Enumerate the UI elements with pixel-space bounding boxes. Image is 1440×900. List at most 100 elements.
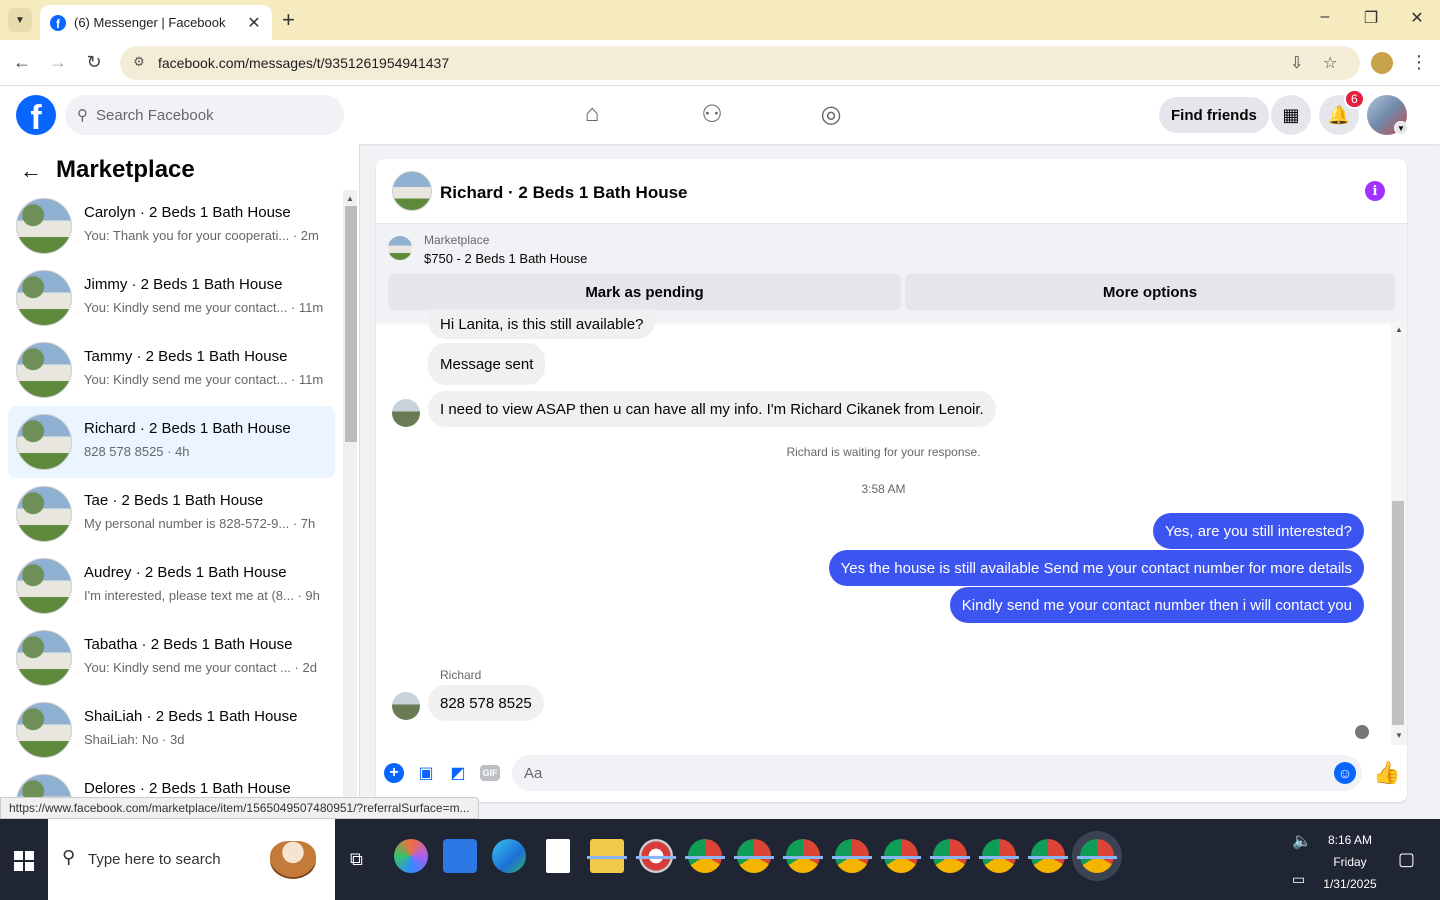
network-icon[interactable]: ▭: [1292, 871, 1305, 888]
conversation-item[interactable]: ShaiLiah · 2 Beds 1 Bath House ShaiLiah:…: [8, 694, 335, 766]
thumbs-up-icon[interactable]: 👍: [1373, 760, 1400, 786]
new-tab-button[interactable]: +: [282, 8, 295, 32]
volume-icon[interactable]: 🔈: [1292, 831, 1312, 851]
conversation-preview: You: Kindly send me your contact... · 11…: [84, 300, 324, 315]
active-app-indicator: [881, 856, 921, 859]
conversation-name: ShaiLiah · 2 Beds 1 Bath House: [84, 708, 298, 725]
action-center-icon[interactable]: ▢: [1398, 849, 1415, 870]
active-app-indicator: [685, 856, 725, 859]
seen-indicator-avatar: [1355, 725, 1369, 739]
conversation-item[interactable]: Tammy · 2 Beds 1 Bath House You: Kindly …: [8, 334, 335, 406]
tab-search-dropdown-icon[interactable]: ▼: [8, 8, 32, 32]
back-arrow-icon[interactable]: ←: [20, 158, 42, 184]
notification-count-badge: 6: [1344, 89, 1365, 109]
message-input[interactable]: [512, 755, 1362, 791]
conversation-item[interactable]: Tae · 2 Beds 1 Bath House My personal nu…: [8, 478, 335, 550]
facebook-favicon-icon: f: [50, 14, 66, 31]
forward-arrow-icon[interactable]: →: [47, 52, 69, 72]
conversation-preview: My personal number is 828-572-9... · 7h: [84, 516, 316, 531]
conversation-preview: You: Kindly send me your contact ... · 2…: [84, 660, 317, 675]
facebook-header: f ⚲ Search Facebook ⌂ ⚇ ◎ Find friends ▦…: [0, 86, 1440, 144]
bookmark-star-icon[interactable]: ☆: [1323, 53, 1337, 73]
browser-tab-messenger[interactable]: f (6) Messenger | Facebook ✕: [40, 5, 272, 40]
attach-photo-icon[interactable]: ▣: [416, 763, 436, 783]
active-app-indicator: [734, 856, 774, 859]
emoji-icon[interactable]: ☺: [1334, 762, 1356, 784]
conversation-avatar: [16, 342, 72, 398]
conversation-list: Carolyn · 2 Beds 1 Bath House You: Thank…: [8, 190, 335, 819]
taskbar-search-placeholder: Type here to search: [88, 851, 221, 868]
friends-icon[interactable]: ⚇: [697, 100, 727, 129]
listing-title[interactable]: $750 - 2 Beds 1 Bath House: [424, 251, 587, 266]
find-friends-button[interactable]: Find friends: [1159, 97, 1269, 133]
site-settings-icon[interactable]: ⚙: [130, 54, 148, 72]
facebook-search-input[interactable]: ⚲ Search Facebook: [65, 95, 344, 135]
clock-day: Friday: [1333, 855, 1367, 869]
taskbar-search-box[interactable]: ⚲ Type here to search: [48, 819, 335, 900]
maximize-button[interactable]: ❐: [1361, 8, 1381, 28]
browser-profile-icon[interactable]: [1371, 52, 1393, 74]
menu-grid-icon[interactable]: ▦: [1271, 95, 1311, 135]
facebook-logo[interactable]: f: [16, 95, 56, 135]
conversation-name: Audrey · 2 Beds 1 Bath House: [84, 564, 287, 581]
outgoing-message: Yes, are you still interested?: [1152, 513, 1364, 549]
search-highlight-image: [270, 841, 316, 879]
reload-icon[interactable]: ↻: [83, 52, 105, 72]
conversation-avatar: [16, 198, 72, 254]
sidebar-title: Marketplace: [56, 156, 195, 183]
search-icon: ⚲: [77, 107, 88, 124]
more-options-button[interactable]: More options: [905, 274, 1395, 310]
listing-thumbnail[interactable]: [388, 236, 412, 260]
info-icon[interactable]: i: [1365, 181, 1385, 201]
link-status-bar: https://www.facebook.com/marketplace/ite…: [0, 797, 479, 819]
home-icon[interactable]: ⌂: [577, 100, 607, 128]
sender-avatar[interactable]: [392, 692, 420, 720]
conversation-item[interactable]: Tabatha · 2 Beds 1 Bath House You: Kindl…: [8, 622, 335, 694]
install-app-icon[interactable]: ⇩: [1290, 53, 1303, 73]
conversation-item-active[interactable]: Richard · 2 Beds 1 Bath House 828 578 85…: [8, 406, 335, 478]
copilot-icon[interactable]: [394, 839, 428, 873]
conversation-item[interactable]: Carolyn · 2 Beds 1 Bath House You: Thank…: [8, 190, 335, 262]
message-scrollbar-thumb[interactable]: [1392, 501, 1404, 725]
conversation-item[interactable]: Jimmy · 2 Beds 1 Bath House You: Kindly …: [8, 262, 335, 334]
browser-toolbar: ← → ↻ ⚙ facebook.com/messages/t/93512619…: [0, 40, 1440, 86]
windows-taskbar: ⚲ Type here to search ⧉ 🔈 ▭ 8:16 AM Frid…: [0, 819, 1440, 900]
mark-as-pending-button[interactable]: Mark as pending: [388, 274, 901, 310]
conversation-item[interactable]: Audrey · 2 Beds 1 Bath House I'm interes…: [8, 550, 335, 622]
active-app-indicator: [1077, 856, 1117, 859]
notepad-icon[interactable]: [546, 839, 570, 873]
scroll-up-arrow-icon[interactable]: ▲: [346, 194, 354, 203]
scroll-down-arrow-icon[interactable]: ▼: [1395, 731, 1403, 740]
chat-title[interactable]: Richard · 2 Beds 1 Bath House: [440, 183, 688, 203]
back-arrow-icon[interactable]: ←: [11, 52, 33, 72]
sidebar-scrollbar-thumb[interactable]: [345, 206, 357, 442]
add-more-icon[interactable]: +: [384, 763, 404, 783]
task-view-icon[interactable]: ⧉: [350, 849, 363, 870]
chat-avatar[interactable]: [392, 171, 432, 211]
sticker-icon[interactable]: ◩: [448, 763, 468, 783]
incoming-message: I need to view ASAP then u can have all …: [428, 391, 996, 427]
browser-tab-bar: ▼ f (6) Messenger | Facebook ✕ + – ❐ ✕: [0, 0, 1440, 40]
conversation-avatar: [16, 414, 72, 470]
active-app-indicator: [1028, 856, 1068, 859]
chrome-menu-icon[interactable]: ⋮: [1410, 52, 1428, 73]
clock-date: 1/31/2025: [1323, 877, 1377, 891]
system-clock[interactable]: 8:16 AM Friday 1/31/2025: [1320, 829, 1380, 895]
window-close-button[interactable]: ✕: [1407, 8, 1427, 28]
active-app-indicator: [636, 856, 676, 859]
sender-avatar[interactable]: [392, 399, 420, 427]
url-text: facebook.com/messages/t/9351261954941437: [158, 55, 450, 71]
scroll-up-arrow-icon[interactable]: ▲: [1395, 325, 1403, 334]
conversation-name: Delores · 2 Beds 1 Bath House: [84, 780, 291, 797]
chevron-down-icon[interactable]: ▼: [1394, 121, 1408, 135]
edge-icon[interactable]: [492, 839, 526, 873]
windows-start-icon[interactable]: [14, 851, 34, 871]
gif-icon[interactable]: GIF: [480, 765, 500, 781]
tab-close-icon[interactable]: ✕: [246, 13, 262, 33]
microsoft-store-icon[interactable]: [443, 839, 477, 873]
incoming-message: 828 578 8525: [428, 685, 544, 721]
conversation-name: Tabatha · 2 Beds 1 Bath House: [84, 636, 293, 653]
minimize-button[interactable]: –: [1315, 8, 1335, 26]
groups-icon[interactable]: ◎: [816, 100, 846, 129]
address-bar[interactable]: ⚙ facebook.com/messages/t/93512619549414…: [120, 46, 1360, 80]
